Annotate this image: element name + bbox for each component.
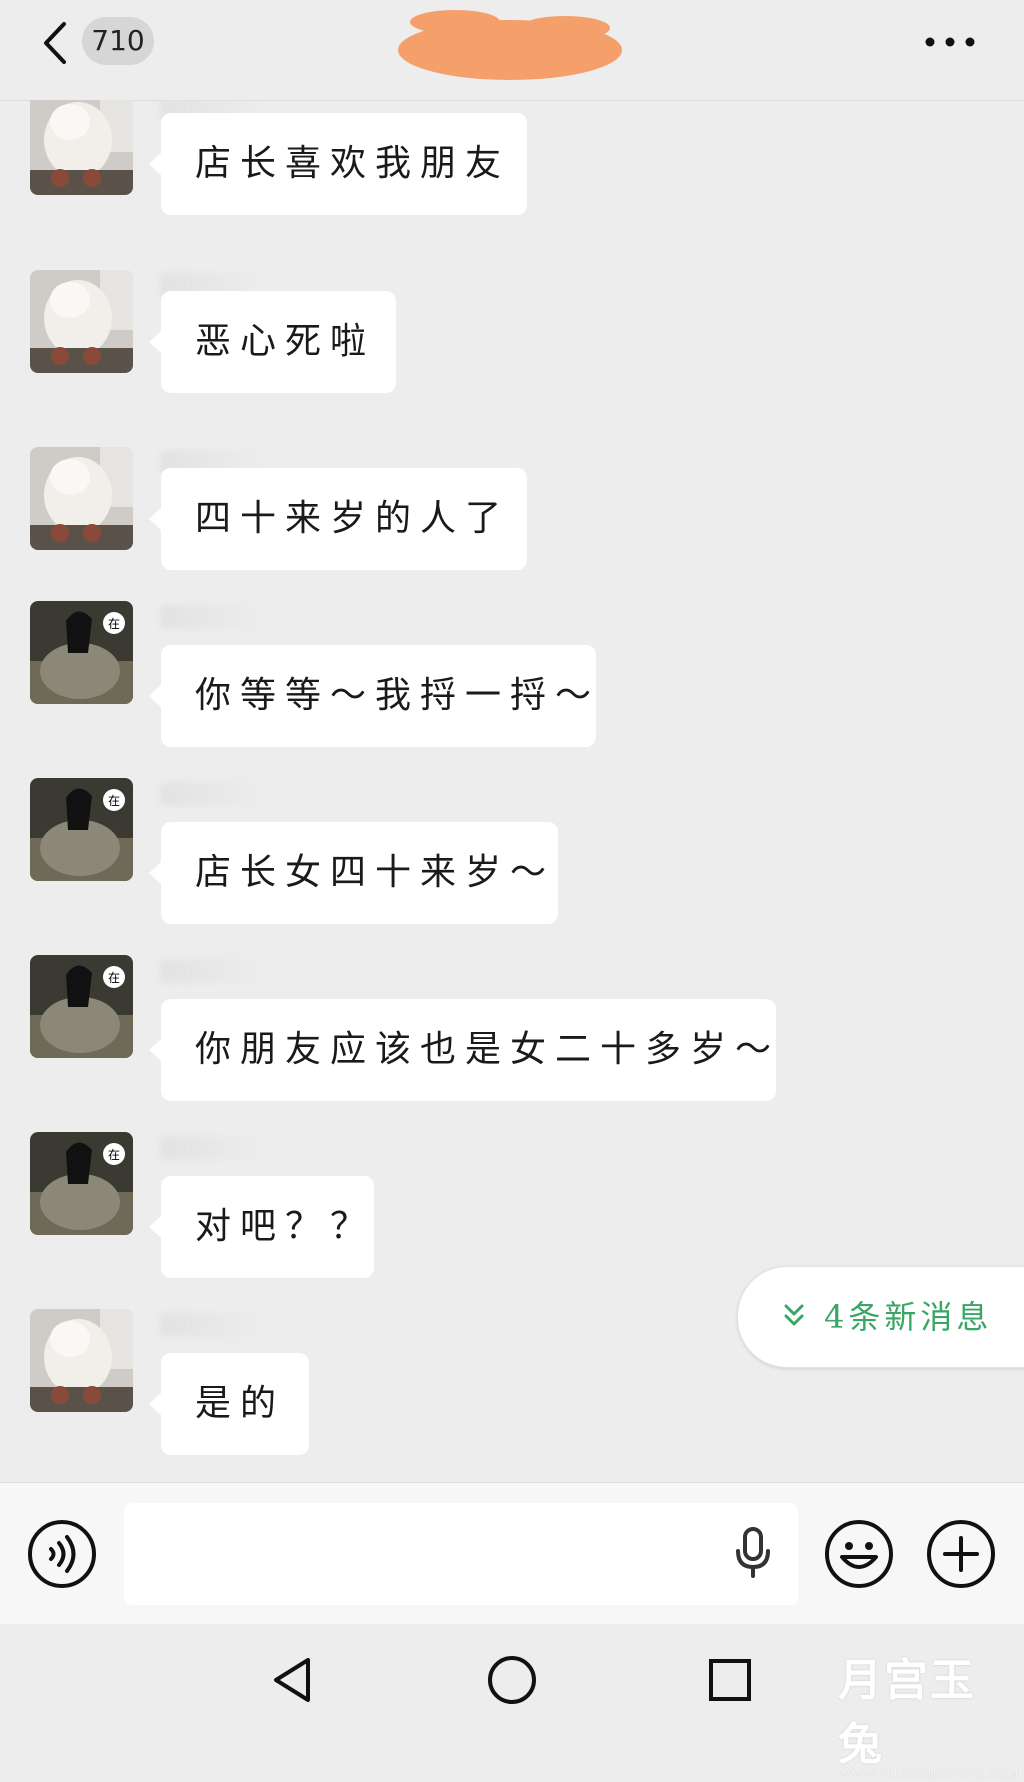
- message-bubble[interactable]: 恶心死啦: [149, 291, 396, 393]
- avatar-badge-text: 在: [108, 794, 120, 808]
- message-bubble[interactable]: 四十来岁的人了: [149, 468, 527, 570]
- message-bubble[interactable]: 是的: [149, 1353, 309, 1455]
- more-dots-icon[interactable]: [920, 24, 980, 60]
- input-bar: [0, 1482, 1024, 1625]
- microphone-icon[interactable]: [733, 1527, 773, 1579]
- redacted-chat-title: [398, 10, 622, 80]
- sender-name-blurred: [160, 1313, 260, 1337]
- message-bubble[interactable]: 你朋友应该也是女二十多岁～: [149, 999, 776, 1101]
- avatar-dark-portrait[interactable]: 在: [30, 955, 133, 1058]
- avatar-badge-text: 在: [108, 617, 120, 631]
- new-messages-button[interactable]: 4条新消息: [737, 1266, 1024, 1368]
- voice-toggle-icon[interactable]: [27, 1519, 97, 1589]
- chat-header: 710: [0, 0, 1024, 101]
- system-nav-bar: 月宫玉兔 WWW.YUEGONGYUTU.COM: [0, 1624, 1024, 1782]
- message-bubble[interactable]: 店长喜欢我朋友: [149, 113, 527, 215]
- avatar-white-hood[interactable]: [30, 100, 133, 195]
- avatar-white-hood[interactable]: [30, 1309, 133, 1412]
- nav-recent-square-icon[interactable]: [708, 1658, 752, 1702]
- sender-name-blurred: [160, 605, 260, 629]
- emoji-icon[interactable]: [824, 1519, 894, 1589]
- message-bubble[interactable]: 你等等～我捋一捋～: [149, 645, 596, 747]
- avatar-dark-portrait[interactable]: 在: [30, 1132, 133, 1235]
- sender-name-blurred: [160, 1136, 260, 1160]
- watermark-text: 月宫玉兔: [838, 1655, 976, 1770]
- avatar-badge-text: 在: [108, 971, 120, 985]
- back-chevron-icon[interactable]: [38, 18, 78, 68]
- avatar-dark-portrait[interactable]: 在: [30, 778, 133, 881]
- nav-back-triangle-icon[interactable]: [270, 1656, 314, 1704]
- message-bubble[interactable]: 店长女四十来岁～: [149, 822, 558, 924]
- watermark: 月宫玉兔 WWW.YUEGONGYUTU.COM: [838, 1644, 1018, 1782]
- sender-name-blurred: [160, 959, 260, 983]
- avatar-white-hood[interactable]: [30, 447, 133, 550]
- new-messages-label: 4条新消息: [824, 1298, 993, 1336]
- avatar-dark-portrait[interactable]: 在: [30, 601, 133, 704]
- nav-home-circle-icon[interactable]: [487, 1655, 537, 1705]
- avatar-white-hood[interactable]: [30, 270, 133, 373]
- message-input[interactable]: [124, 1503, 798, 1605]
- avatar-badge-text: 在: [108, 1148, 120, 1162]
- sender-name-blurred: [160, 782, 260, 806]
- double-chevron-down-icon: [784, 1304, 804, 1326]
- message-bubble[interactable]: 对吧？？: [149, 1176, 374, 1278]
- plus-icon[interactable]: [926, 1519, 996, 1589]
- watermark-url: WWW.YUEGONGYUTU.COM: [838, 1768, 1020, 1782]
- unread-count-badge[interactable]: 710: [82, 17, 154, 65]
